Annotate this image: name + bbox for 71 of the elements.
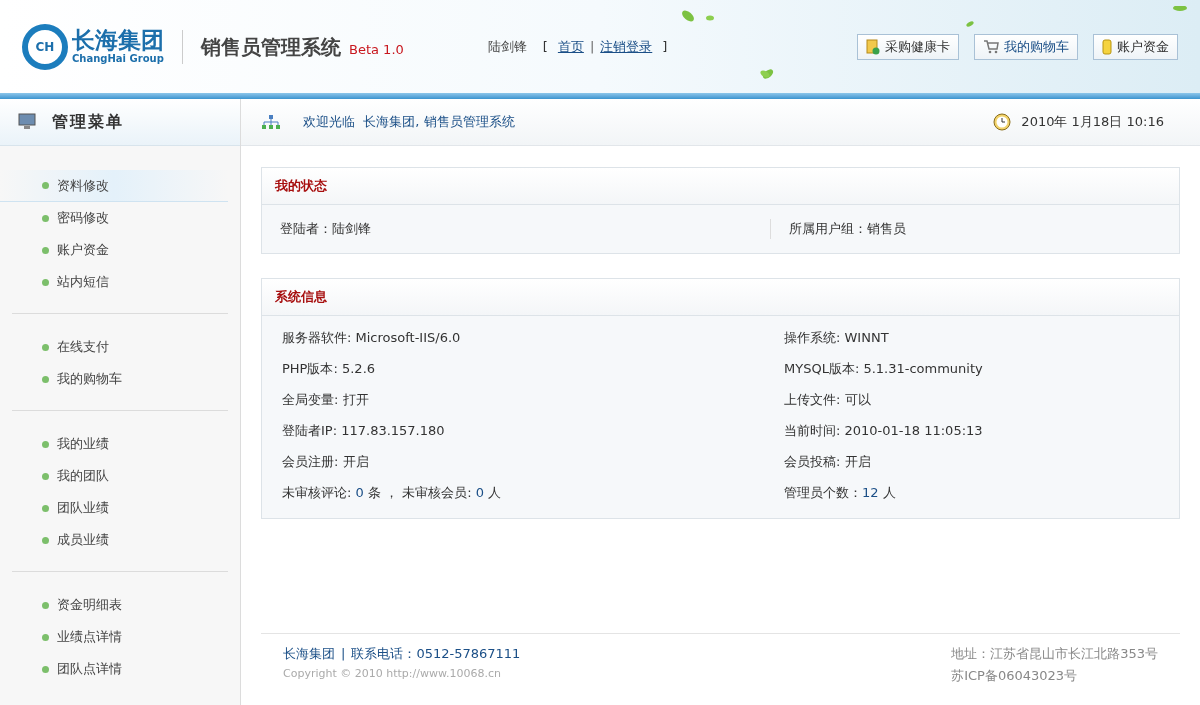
header-link[interactable]: 首页 [557, 36, 584, 57]
bullet-icon [42, 214, 49, 222]
info-text: 上传文件: 可以 [784, 390, 871, 409]
info-text: MYSQL版本: 5.1.31-community [784, 359, 983, 378]
bullet-icon [42, 246, 49, 254]
date-time: 2010年 1月18日 10:16 [1021, 113, 1164, 132]
sidebar-title: 管理菜单 [52, 111, 124, 133]
header-button[interactable]: 账户资金 [1093, 33, 1178, 60]
card-icon [866, 38, 880, 55]
info-text: 全局变量: 打开 [282, 390, 370, 409]
version-label: Beta 1.0 [349, 40, 404, 59]
coin-icon [1102, 38, 1112, 55]
bullet-icon [42, 536, 49, 544]
menu-item[interactable]: 在线支付 [0, 331, 228, 363]
logo-name: 长海集团 [72, 29, 164, 52]
footer-separator: | [341, 645, 346, 663]
info-text: 当前时间: 2010-01-18 11:05:13 [784, 421, 983, 440]
info-text: 会员投稿: 开启 [784, 452, 871, 471]
menu-item[interactable]: 账户资金 [0, 234, 228, 266]
status-text: 登陆者：陆剑锋 [280, 220, 372, 239]
info-text: PHP版本: 5.2.6 [282, 359, 377, 378]
menu-item[interactable]: 成员业绩 [0, 524, 228, 556]
footer-company: 长海集团 [283, 645, 335, 663]
info-text: 服务器软件: Microsoft-IIS/6.0 [282, 328, 462, 347]
menu-item[interactable]: 我的业绩 [0, 428, 228, 460]
cart-icon [983, 39, 999, 54]
bracket: [ [542, 37, 548, 56]
menu-item[interactable]: 资金明细表 [0, 589, 228, 621]
menu-item[interactable]: 站内短信 [0, 266, 228, 298]
bullet-icon [42, 472, 49, 480]
user-name: 陆剑锋 [487, 37, 527, 56]
bullet-icon [42, 440, 49, 448]
header-link[interactable]: 注销登录 [600, 36, 653, 57]
menu-item[interactable]: 团队点详情 [0, 653, 228, 685]
info-text: 操作系统: WINNT [784, 328, 889, 347]
menu-item[interactable]: 业绩点详情 [0, 621, 228, 653]
logo-subtitle: ChangHai Group [72, 54, 164, 64]
bullet-icon [42, 633, 49, 641]
panel-title: 我的状态 [275, 177, 327, 196]
info-text: 会员注册: 开启 [282, 452, 370, 471]
system-title: 销售员管理系统 [201, 33, 341, 61]
header-button[interactable]: 采购健康卡 [857, 33, 959, 60]
logo-mark: CH [35, 38, 55, 56]
menu-item[interactable]: 资料修改 [0, 170, 228, 202]
header-button[interactable]: 我的购物车 [974, 33, 1078, 60]
panel-title: 系统信息 [275, 288, 327, 307]
clock-icon [993, 113, 1012, 131]
footer-phone: 联系电话：0512-57867111 [351, 645, 521, 663]
menu-item[interactable]: 团队业绩 [0, 492, 228, 524]
sitemap-icon [261, 114, 281, 130]
info-text: 登陆者IP: 117.83.157.180 [282, 421, 446, 440]
monitor-icon [18, 113, 36, 131]
bracket: ] [662, 37, 668, 56]
welcome-text: 欢迎光临 长海集团, 销售员管理系统 [303, 113, 515, 132]
bullet-icon [42, 601, 49, 609]
menu-item[interactable]: 我的购物车 [0, 363, 228, 395]
info-text: 未审核评论: 0 条 ， 未审核会员: 0 人 [282, 483, 503, 502]
status-text: 所属用户组：销售员 [770, 219, 906, 239]
menu-item[interactable]: 密码修改 [0, 202, 228, 234]
icp-text: 苏ICP备06043023号 [951, 666, 1079, 685]
bullet-icon [42, 343, 49, 351]
bullet-icon [42, 504, 49, 512]
link-separator: | [589, 37, 595, 56]
bullet-icon [42, 278, 49, 286]
bullet-icon [42, 665, 49, 673]
info-text: 管理员个数：12 人 [784, 483, 896, 502]
bullet-icon [42, 375, 49, 383]
address-text: 地址：江苏省昆山市长江北路353号 [951, 645, 1158, 663]
copyright-text: Copyright © 2010 http://www.10068.cn [283, 665, 502, 682]
bullet-icon [42, 182, 49, 189]
menu-item[interactable]: 我的团队 [0, 460, 228, 492]
